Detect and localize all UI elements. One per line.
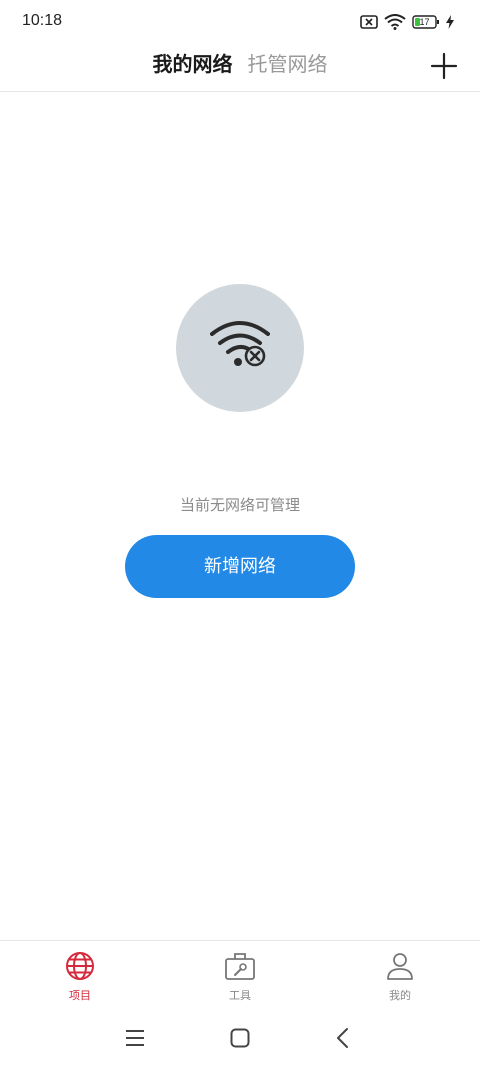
- status-time: 10:18: [22, 12, 63, 29]
- back-button[interactable]: [331, 1026, 355, 1050]
- menu-button[interactable]: [123, 1026, 147, 1050]
- empty-state-illustration: [176, 284, 304, 412]
- person-icon: [387, 953, 413, 980]
- status-icons: 17: [360, 12, 454, 32]
- battery-level: 17: [419, 17, 430, 27]
- system-nav-bar: [0, 1010, 480, 1066]
- menu-icon: [126, 1030, 144, 1046]
- back-icon: [337, 1028, 348, 1048]
- nav-label-projects: 项目: [69, 989, 91, 1002]
- nav-item-tools[interactable]: 工具: [160, 941, 320, 1010]
- sim-off-icon: [360, 15, 378, 29]
- status-bar: 10:18 17: [0, 0, 480, 44]
- nav-label-mine: 我的: [389, 989, 411, 1002]
- top-header: 我的网络 托管网络: [0, 44, 480, 92]
- add-network-button[interactable]: 新增网络: [125, 535, 355, 598]
- plus-icon: [430, 52, 458, 80]
- tab-hosted-network[interactable]: 托管网络: [248, 50, 328, 78]
- bottom-nav: 项目 工具 我的: [0, 940, 480, 1010]
- nav-label-tools: 工具: [229, 989, 251, 1002]
- tab-my-network[interactable]: 我的网络: [152, 50, 232, 78]
- toolbox-icon: [225, 953, 255, 980]
- wifi-off-icon: [210, 321, 270, 367]
- globe-icon: [66, 952, 94, 980]
- home-button[interactable]: [228, 1026, 252, 1050]
- nav-item-projects[interactable]: 项目: [0, 941, 160, 1010]
- battery-icon: 17: [412, 14, 440, 30]
- nav-item-mine[interactable]: 我的: [320, 941, 480, 1010]
- network-tabs: 我的网络 托管网络: [0, 50, 480, 78]
- home-icon: [230, 1028, 250, 1048]
- empty-state-message: 当前无网络可管理: [179, 496, 300, 514]
- add-button[interactable]: [428, 50, 460, 82]
- wifi-signal-icon: [384, 14, 406, 30]
- charging-icon: [446, 15, 454, 29]
